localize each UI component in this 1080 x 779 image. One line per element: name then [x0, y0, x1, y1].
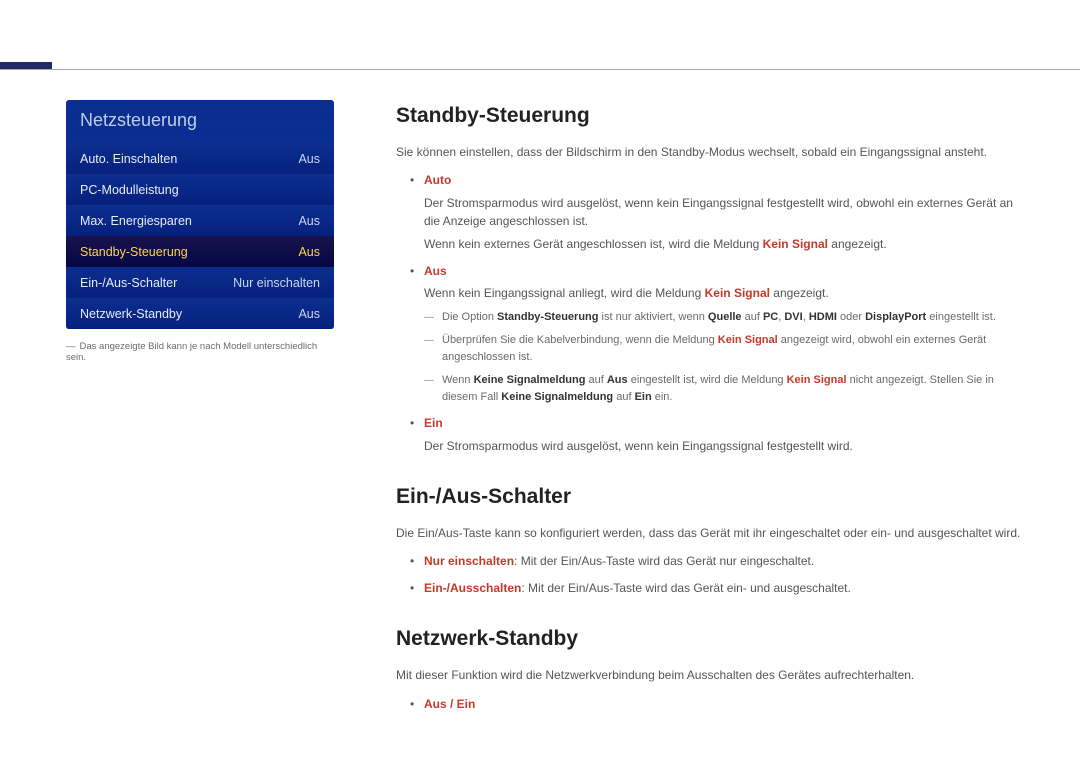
sub-note: Überprüfen Sie die Kabelverbindung, wenn…	[442, 332, 1028, 366]
menu-item-pc-modulleistung[interactable]: PC-Modulleistung	[66, 174, 334, 205]
option-ein: Ein Der Stromsparmodus wird ausgelöst, w…	[424, 414, 1028, 455]
option-auto: Auto Der Stromsparmodus wird ausgelöst, …	[424, 171, 1028, 253]
menu-item-value: Aus	[298, 245, 320, 259]
option-text: : Mit der Ein/Aus-Taste wird das Gerät n…	[514, 554, 814, 568]
option-aus-ein: Aus / Ein	[424, 695, 1028, 714]
option-text: Wenn kein Eingangssignal anliegt, wird d…	[424, 284, 1028, 303]
menu-item-label: Auto. Einschalten	[80, 152, 177, 166]
section-heading: Netzwerk-Standby	[396, 623, 1028, 656]
option-nur-einschalten: Nur einschalten: Mit der Ein/Aus-Taste w…	[424, 552, 1028, 571]
menu-item-ein-aus-schalter[interactable]: Ein-/Aus-Schalter Nur einschalten	[66, 267, 334, 298]
menu-item-max-energiesparen[interactable]: Max. Energiesparen Aus	[66, 205, 334, 236]
section-heading: Standby-Steuerung	[396, 100, 1028, 133]
option-aus: Aus Wenn kein Eingangssignal anliegt, wi…	[424, 262, 1028, 406]
menu-item-value: Aus	[298, 307, 320, 321]
settings-menu-panel: Netzsteuerung Auto. Einschalten Aus PC-M…	[66, 100, 334, 329]
settings-menu-title: Netzsteuerung	[66, 100, 334, 143]
menu-item-label: Max. Energiesparen	[80, 214, 192, 228]
section-intro: Mit dieser Funktion wird die Netzwerkver…	[396, 666, 1028, 685]
header-rule	[0, 69, 1080, 70]
option-ein-ausschalten: Ein-/Ausschalten: Mit der Ein/Aus-Taste …	[424, 579, 1028, 598]
option-label: Nur einschalten	[424, 554, 514, 568]
menu-item-value: Nur einschalten	[233, 276, 320, 290]
option-label: Aus	[424, 264, 447, 278]
menu-footnote: ―Das angezeigte Bild kann je nach Modell…	[66, 341, 334, 363]
section-intro: Die Ein/Aus-Taste kann so konfiguriert w…	[396, 524, 1028, 543]
section-intro: Sie können einstellen, dass der Bildschi…	[396, 143, 1028, 162]
option-text: : Mit der Ein/Aus-Taste wird das Gerät e…	[521, 581, 851, 595]
option-label: Aus / Ein	[424, 697, 475, 711]
menu-item-netzwerk-standby[interactable]: Netzwerk-Standby Aus	[66, 298, 334, 329]
section-netzwerk-standby: Netzwerk-Standby Mit dieser Funktion wir…	[396, 623, 1028, 713]
sub-note: Wenn Keine Signalmeldung auf Aus eingest…	[442, 372, 1028, 406]
option-text: Der Stromsparmodus wird ausgelöst, wenn …	[424, 194, 1028, 231]
sub-note: Die Option Standby-Steuerung ist nur akt…	[442, 309, 1028, 326]
menu-item-label: PC-Modulleistung	[80, 183, 179, 197]
option-text: Der Stromsparmodus wird ausgelöst, wenn …	[424, 437, 1028, 456]
section-standby-steuerung: Standby-Steuerung Sie können einstellen,…	[396, 100, 1028, 455]
option-text: Wenn kein externes Gerät angeschlossen i…	[424, 235, 1028, 254]
section-ein-aus-schalter: Ein-/Aus-Schalter Die Ein/Aus-Taste kann…	[396, 481, 1028, 597]
option-label: Ein	[424, 416, 443, 430]
menu-item-label: Ein-/Aus-Schalter	[80, 276, 177, 290]
menu-item-label: Netzwerk-Standby	[80, 307, 182, 321]
menu-item-standby-steuerung[interactable]: Standby-Steuerung Aus	[66, 236, 334, 267]
menu-item-auto-einschalten[interactable]: Auto. Einschalten Aus	[66, 143, 334, 174]
menu-item-value: Aus	[298, 152, 320, 166]
menu-item-value: Aus	[298, 214, 320, 228]
menu-item-label: Standby-Steuerung	[80, 245, 188, 259]
option-label: Ein-/Ausschalten	[424, 581, 521, 595]
section-heading: Ein-/Aus-Schalter	[396, 481, 1028, 514]
option-label: Auto	[424, 173, 451, 187]
